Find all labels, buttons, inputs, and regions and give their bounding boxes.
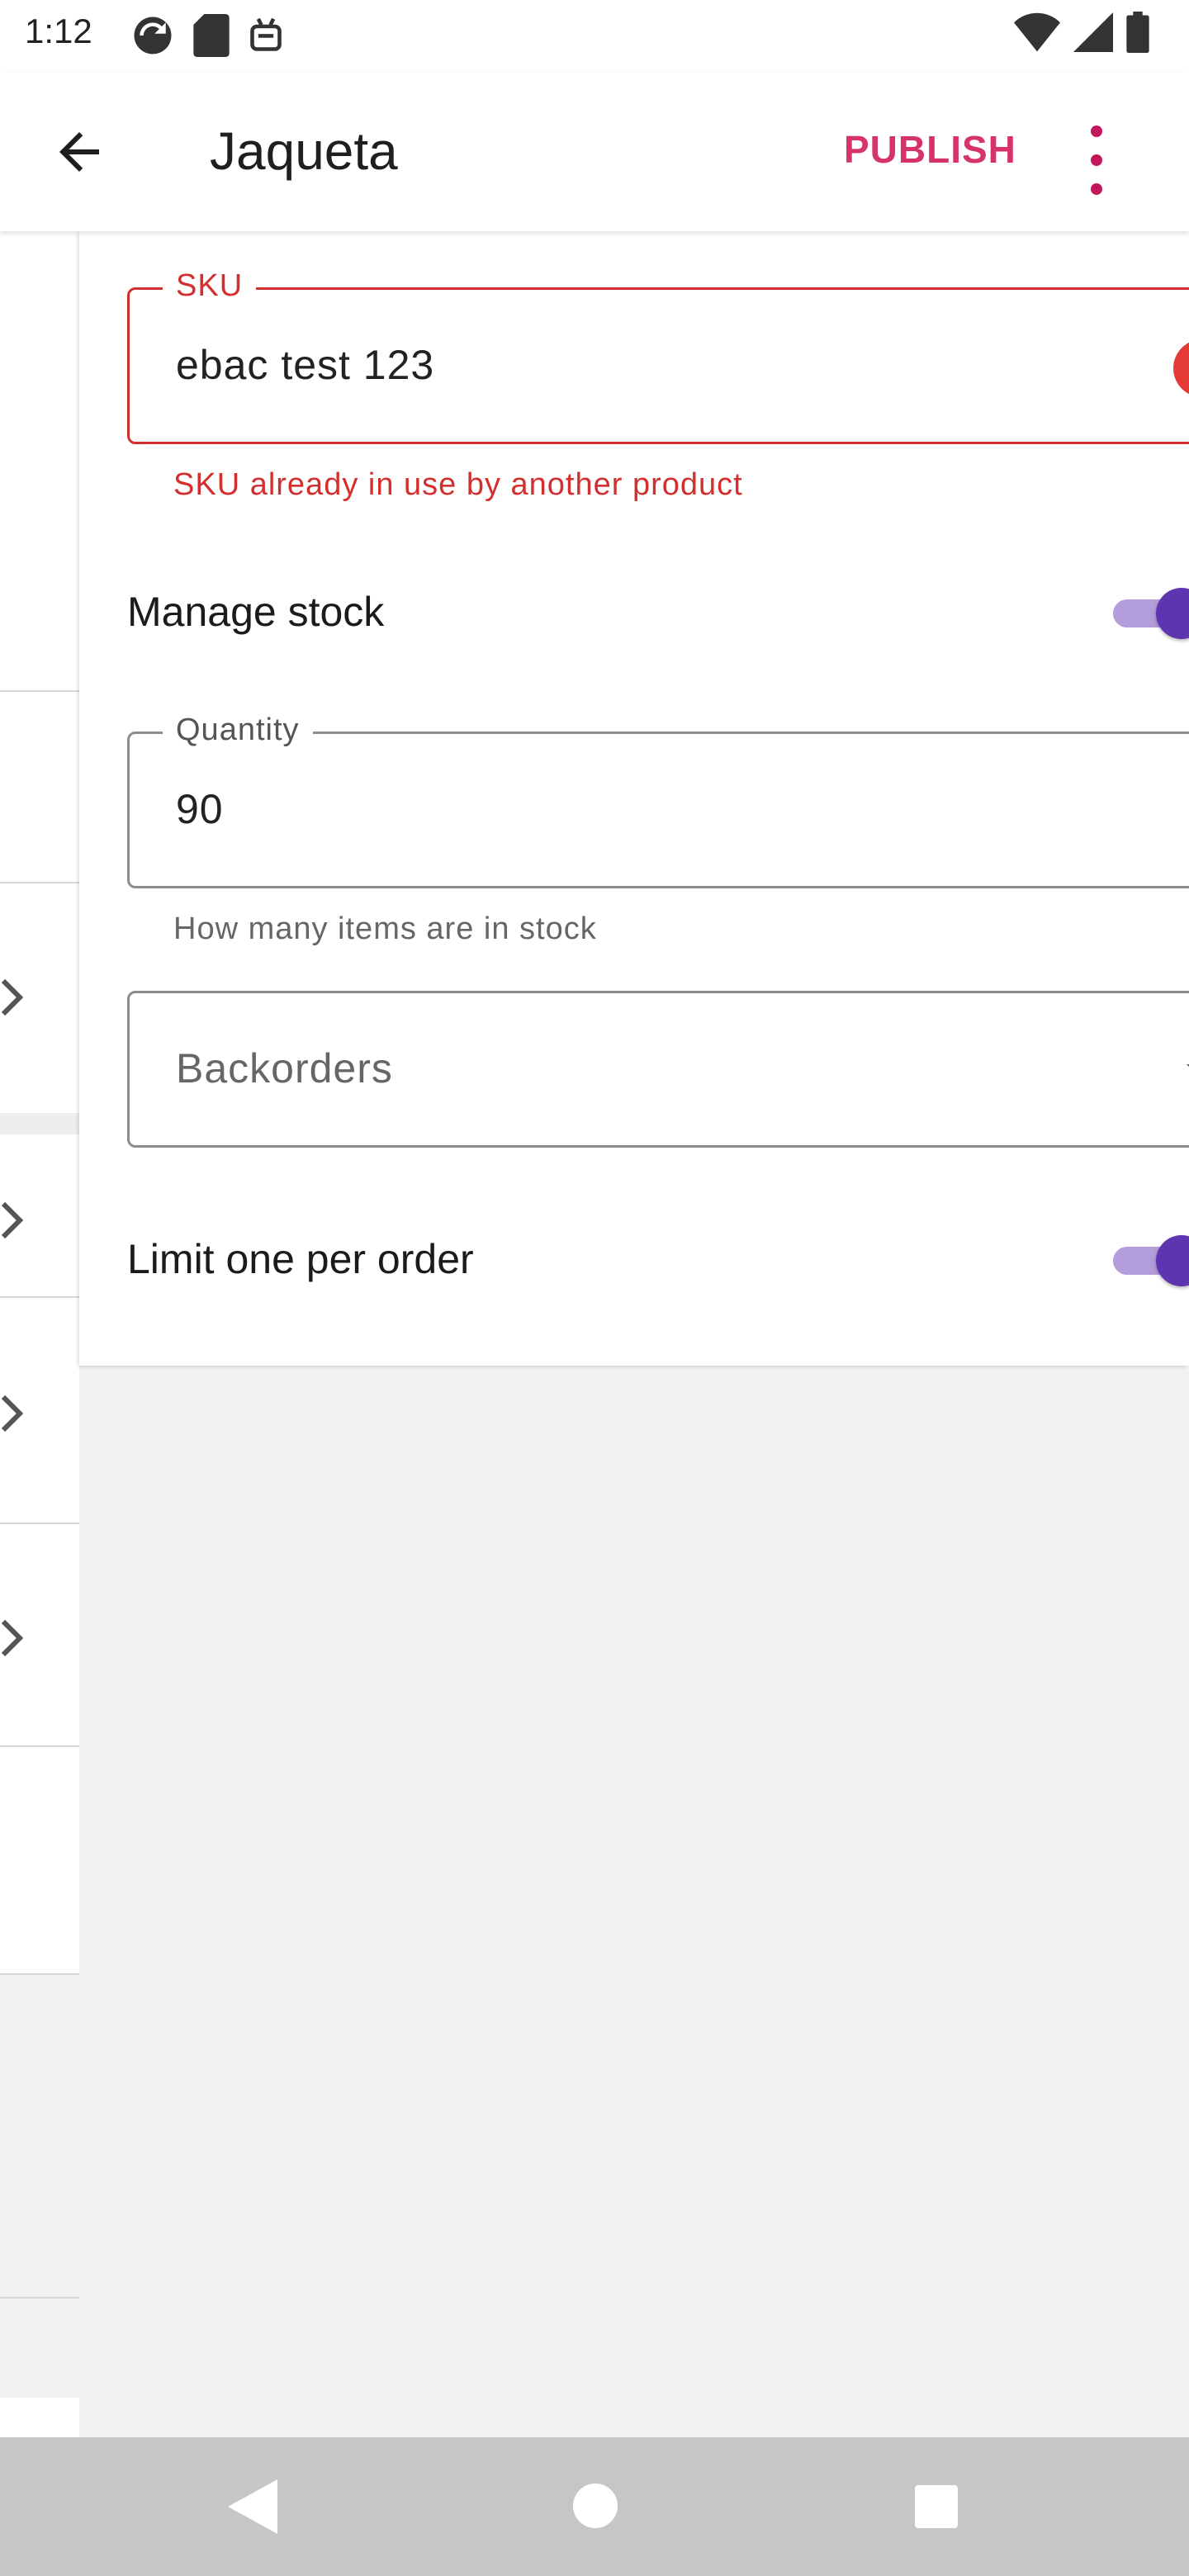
switch-thumb	[1156, 588, 1189, 639]
inventory-form: SKU ebac test 123 ! SKU already in use b…	[79, 231, 1189, 1366]
sku-label: SKU	[163, 268, 257, 304]
nav-back-icon[interactable]	[228, 2479, 277, 2535]
status-icons-left	[130, 13, 284, 58]
quantity-input[interactable]: 90	[176, 785, 224, 833]
wifi-icon	[1014, 12, 1060, 52]
status-icons-right	[1014, 12, 1149, 53]
list-divider	[0, 882, 79, 883]
chevron-right-icon[interactable]	[0, 978, 23, 1017]
quantity-label: Quantity	[163, 713, 313, 748]
quantity-helper-text: How many items are in stock	[173, 912, 597, 946]
backorders-placeholder: Backorders	[176, 1045, 393, 1091]
list-divider	[0, 1973, 79, 1975]
limit-one-per-order-label: Limit one per order	[127, 1236, 474, 1282]
sd-card-icon	[193, 14, 230, 57]
android-icon	[250, 17, 282, 51]
error-icon: !	[1173, 339, 1189, 397]
nav-home-icon[interactable]	[573, 2484, 618, 2528]
sku-input[interactable]: ebac test 123	[176, 341, 434, 389]
manage-stock-label: Manage stock	[127, 589, 385, 635]
background-product-list	[0, 231, 79, 2437]
list-empty-area	[0, 1975, 79, 2398]
sku-error-text: SKU already in use by another product	[173, 467, 743, 502]
publish-button[interactable]: PUBLISH	[844, 127, 1016, 172]
status-time: 1:12	[25, 12, 92, 50]
cell-signal-icon	[1073, 12, 1113, 52]
page-title: Jaqueta	[210, 121, 398, 181]
battery-icon	[1126, 12, 1149, 53]
list-divider	[0, 1522, 79, 1524]
quantity-field[interactable]: Quantity 90	[127, 713, 1189, 888]
list-divider	[0, 1745, 79, 1747]
status-bar: 1:12	[0, 0, 1189, 73]
chevron-right-icon[interactable]	[0, 1200, 23, 1240]
app-bar: Jaqueta PUBLISH	[0, 73, 1189, 231]
sku-field[interactable]: SKU ebac test 123 !	[127, 268, 1189, 444]
nav-recents-icon[interactable]	[915, 2485, 958, 2528]
more-options-icon[interactable]	[1085, 125, 1108, 195]
back-button[interactable]	[50, 122, 109, 182]
list-section-gap	[0, 1113, 79, 1134]
list-divider	[0, 2297, 79, 2299]
list-divider	[0, 1296, 79, 1298]
chevron-right-icon[interactable]	[0, 1618, 23, 1658]
switch-thumb	[1156, 1235, 1189, 1286]
sync-icon	[134, 17, 172, 54]
backorders-dropdown[interactable]: Backorders	[127, 991, 1189, 1148]
system-navigation-bar	[0, 2437, 1189, 2576]
arrow-back-icon	[59, 132, 99, 172]
chevron-right-icon[interactable]	[0, 1394, 23, 1433]
limit-one-per-order-switch[interactable]	[1113, 1235, 1189, 1286]
list-divider	[0, 690, 79, 692]
manage-stock-switch[interactable]	[1113, 588, 1189, 639]
